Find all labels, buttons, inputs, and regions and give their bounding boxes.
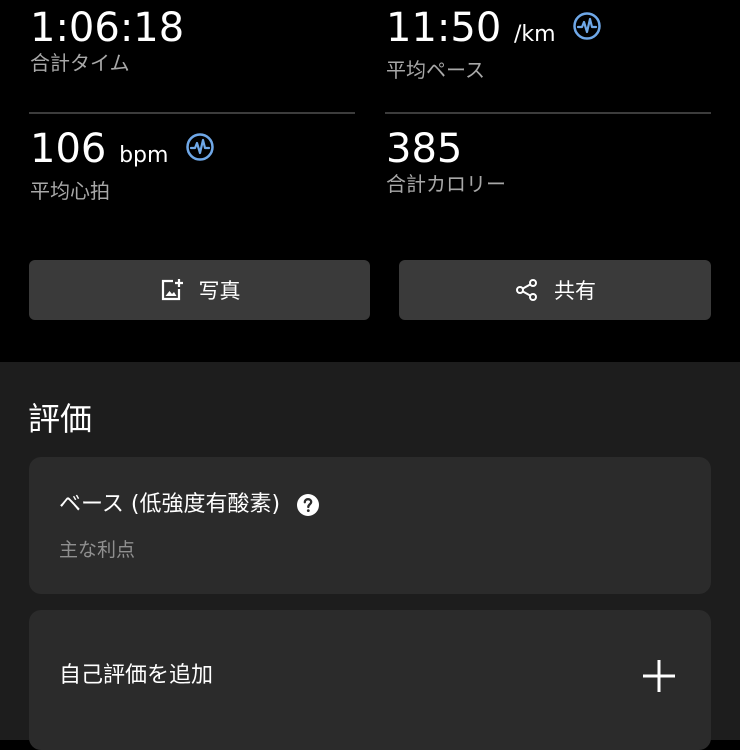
pace-chart-icon[interactable]	[572, 11, 602, 41]
calories-label: 合計カロリー	[386, 172, 506, 196]
heart-rate-chart-icon[interactable]	[185, 132, 215, 162]
training-effect-card[interactable]: ベース (低強度有酸素) 主な利点	[29, 457, 711, 594]
help-icon[interactable]	[296, 493, 320, 517]
stat-avg-pace: 11:50 /km 平均ペース	[386, 6, 602, 83]
share-icon	[516, 279, 537, 301]
stat-calories: 385 合計カロリー	[386, 127, 506, 197]
avg-hr-value: 106	[30, 126, 107, 172]
stat-total-time: 1:06:18 合計タイム	[30, 6, 184, 76]
share-button[interactable]: 共有	[399, 260, 711, 320]
divider	[29, 112, 355, 114]
calories-value: 385	[386, 126, 463, 172]
avg-hr-label: 平均心拍	[30, 179, 110, 203]
add-photo-button[interactable]: 写真	[29, 260, 370, 320]
total-time-label: 合計タイム	[30, 51, 130, 75]
total-time-value: 1:06:18	[30, 5, 185, 51]
share-label: 共有	[554, 279, 596, 303]
avg-pace-unit: /km	[514, 22, 556, 47]
add-photo-icon	[161, 279, 183, 301]
stat-avg-hr: 106 bpm 平均心拍	[30, 127, 215, 204]
evaluation-title: 評価	[28, 400, 93, 438]
avg-pace-label: 平均ペース	[386, 58, 485, 82]
avg-hr-unit: bpm	[119, 143, 169, 168]
add-self-evaluation-label: 自己評価を追加	[59, 663, 214, 688]
divider	[385, 112, 711, 114]
add-self-evaluation-card[interactable]: 自己評価を追加	[29, 610, 711, 750]
plus-icon[interactable]	[641, 658, 677, 694]
training-effect-subtitle: 主な利点	[59, 539, 136, 561]
summary-panel: 1:06:18 合計タイム 11:50 /km 平均ペース 106 bpm 平均…	[0, 0, 740, 362]
add-photo-label: 写真	[198, 279, 241, 303]
training-effect-title: ベース (低強度有酸素)	[59, 492, 281, 517]
avg-pace-value: 11:50	[386, 5, 502, 51]
